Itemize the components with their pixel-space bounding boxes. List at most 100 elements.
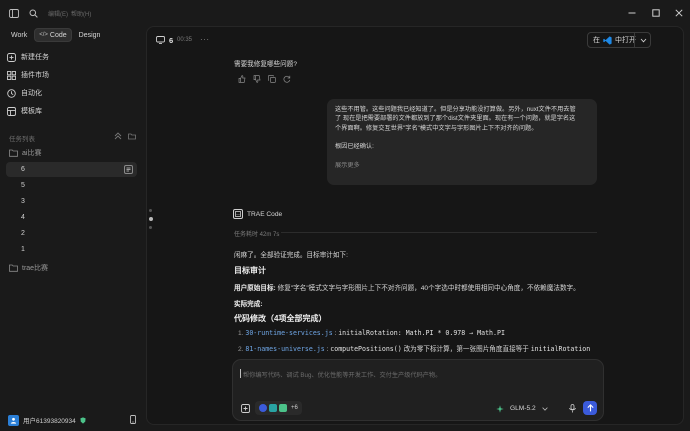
chat-input[interactable]: 帮你编写代码、调试 Bug、优化性能等开发工作、交付生产级代码产物。 bbox=[243, 370, 441, 379]
template-icon bbox=[7, 106, 16, 116]
open-in-label: 中打开 bbox=[615, 37, 636, 44]
agent-header: TRAE Code bbox=[233, 209, 282, 219]
thumbs-down-icon[interactable] bbox=[253, 75, 261, 83]
copy-icon[interactable] bbox=[268, 75, 276, 83]
file-link[interactable]: 81-names-universe.js bbox=[245, 345, 324, 353]
nav-template[interactable]: 模板库 bbox=[7, 104, 135, 118]
task-item-label: 5 bbox=[21, 182, 25, 189]
nav-new-task[interactable]: 新建任务 bbox=[7, 50, 135, 64]
more-icon[interactable]: ··· bbox=[200, 35, 210, 44]
achieved-label: 实际完成: bbox=[234, 301, 263, 308]
chevron-down-icon[interactable] bbox=[542, 407, 548, 411]
goal-label: 用户原始目标: bbox=[234, 285, 276, 292]
mode-tabs: Work </> Code Design bbox=[7, 28, 104, 42]
plugin-icon bbox=[269, 404, 277, 412]
scroll-marker[interactable] bbox=[149, 226, 152, 229]
model-provider-icon bbox=[259, 404, 267, 412]
group-ai-label: ai比赛 bbox=[22, 149, 42, 157]
titlebar: 编辑(E) 帮助(H) bbox=[0, 0, 690, 26]
task-detail-icon[interactable] bbox=[124, 165, 133, 174]
search-icon[interactable] bbox=[27, 7, 39, 19]
minimize-icon[interactable] bbox=[626, 7, 638, 19]
file-link[interactable]: 30-runtime-services.js bbox=[245, 329, 332, 337]
tab-design-label: Design bbox=[78, 31, 101, 39]
more-context-count: +6 bbox=[291, 405, 298, 411]
agent-name: TRAE Code bbox=[247, 210, 283, 218]
show-more-link[interactable]: 展示更多 bbox=[335, 161, 589, 170]
nav-new-task-label: 新建任务 bbox=[21, 54, 49, 61]
nav-automation-label: 自动化 bbox=[21, 90, 42, 97]
user-message-line: 根因已经确认: bbox=[335, 143, 374, 151]
assistant-question: 需要我修复哪些问题? bbox=[234, 61, 298, 68]
user-message-line: 个界面啊。修复交互世界"字名"模式中文字与字形图片上下不对齐的问题。 bbox=[335, 124, 538, 132]
plugin-market-icon bbox=[7, 70, 16, 80]
nav-template-label: 模板库 bbox=[21, 108, 42, 115]
tab-code-label: Code bbox=[49, 31, 67, 39]
username: 用户61393820934 bbox=[23, 418, 76, 425]
heading-code-changes: 代码修改（4项全部完成） bbox=[234, 314, 327, 323]
user-bar[interactable]: 用户61393820934 bbox=[8, 414, 136, 426]
main-panel: 6 00:35 ··· 在 中打开 需要我修复哪些问题? 这些不用管。这些问题我… bbox=[146, 26, 684, 425]
nav-plugin-market-label: 插件市场 bbox=[21, 72, 49, 79]
task-list-label: 任务列表 bbox=[9, 136, 35, 143]
automation-icon bbox=[7, 88, 16, 98]
menu-edit[interactable]: 编辑(E) bbox=[48, 9, 68, 18]
elapsed-time: 任务耗时 42m 7s bbox=[234, 232, 280, 238]
task-list-collapse-icon[interactable] bbox=[114, 132, 122, 140]
goal-text: 修复"字名"模式文字与字形图片上下不对齐问题，40个字选中时都使用相同中心角度，… bbox=[277, 285, 580, 292]
task-item[interactable]: 1 bbox=[6, 242, 137, 257]
trae-logo-icon bbox=[233, 209, 243, 219]
task-item[interactable]: 2 bbox=[6, 226, 137, 241]
group-ai[interactable]: ai比赛 bbox=[6, 145, 137, 160]
sidebar: Work </> Code Design 新建任务 插件市场 自动化 模板库 任… bbox=[0, 26, 140, 431]
scroll-marker[interactable] bbox=[149, 217, 153, 221]
message-actions bbox=[238, 75, 291, 83]
retry-icon[interactable] bbox=[283, 75, 291, 83]
model-icon bbox=[496, 405, 504, 413]
nav-plugin-market[interactable]: 插件市场 bbox=[7, 68, 135, 82]
text-cursor bbox=[240, 369, 241, 378]
task-item[interactable]: 5 bbox=[6, 178, 137, 193]
scroll-marker[interactable] bbox=[149, 209, 152, 212]
send-button[interactable] bbox=[583, 401, 597, 415]
mobile-icon[interactable] bbox=[130, 415, 136, 424]
context-chips[interactable]: +6 bbox=[255, 401, 302, 415]
response-summary: 闲麻了。全部验证完成。目标审计如下: bbox=[234, 252, 348, 259]
open-in-dropdown-button[interactable] bbox=[634, 32, 651, 48]
task-item[interactable]: 3 bbox=[6, 194, 137, 209]
change-item: 2. 81-names-universe.js : computePositio… bbox=[238, 343, 590, 353]
sidebar-toggle-icon[interactable] bbox=[8, 7, 20, 19]
new-task-icon bbox=[7, 52, 16, 62]
tab-design[interactable]: Design bbox=[75, 28, 105, 42]
close-icon[interactable] bbox=[673, 7, 685, 19]
microphone-icon[interactable] bbox=[569, 404, 576, 413]
open-in-prefix: 在 bbox=[593, 37, 600, 44]
change-item: 1. 30-runtime-services.js : initialRotat… bbox=[238, 329, 505, 337]
user-message-line: 了 现在是把需要部署的文件都放到了那个dist文件夹里面。现在有一个问题，就是字… bbox=[335, 115, 576, 123]
menu-help[interactable]: 帮助(H) bbox=[71, 9, 91, 18]
attach-icon[interactable] bbox=[241, 404, 250, 413]
maximize-icon[interactable] bbox=[650, 7, 662, 19]
tab-code[interactable]: </> Code bbox=[34, 28, 72, 42]
task-item-label: 3 bbox=[21, 198, 25, 205]
code-snippet: initialRotation: Math.PI * 0.978 → Math.… bbox=[338, 329, 505, 337]
user-message-line: 这些不用管。这些问题我已经知道了。但是分享功能没打算做。另外，nuxt文件不用去… bbox=[335, 106, 576, 113]
avatar bbox=[8, 414, 19, 426]
new-folder-icon[interactable] bbox=[128, 132, 136, 140]
group-trae[interactable]: trae比赛 bbox=[6, 260, 137, 275]
thumbs-up-icon[interactable] bbox=[238, 75, 246, 83]
task-item-label: 1 bbox=[21, 246, 25, 253]
verified-badge-icon bbox=[80, 416, 86, 424]
task-item-label: 2 bbox=[21, 230, 25, 237]
heading-goal-audit: 目标审计 bbox=[234, 266, 266, 275]
model-selector[interactable]: GLM-5.2 bbox=[510, 405, 536, 412]
task-item[interactable]: 4 bbox=[6, 210, 137, 225]
nav-automation[interactable]: 自动化 bbox=[7, 86, 135, 100]
folder-icon bbox=[9, 149, 18, 157]
task-item[interactable]: 6 bbox=[6, 162, 137, 177]
task-item-label: 4 bbox=[21, 214, 25, 221]
task-item-label: 6 bbox=[21, 166, 25, 173]
task-timer: 00:35 bbox=[177, 37, 193, 43]
change-description: 改为零下标计算，第一张图片角度直接等于 bbox=[403, 346, 531, 353]
tab-work[interactable]: Work bbox=[7, 28, 31, 42]
